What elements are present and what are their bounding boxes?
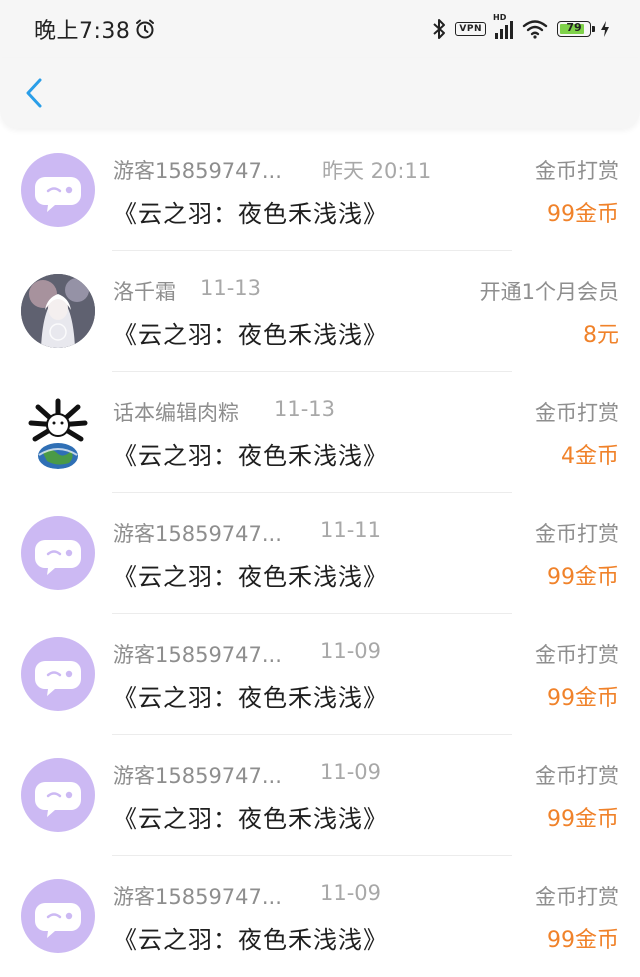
user-name: 游客15859747...: [113, 159, 282, 183]
hd-label: HD: [493, 13, 507, 22]
record-row[interactable]: 游客15859747... 11-11 《云之羽：夜色禾浅浅》 金币打赏 99金币: [0, 493, 640, 614]
reward-type: 开通1个月会员: [479, 280, 619, 304]
record-row[interactable]: 游客15859747... 昨天 20:11 《云之羽：夜色禾浅浅》 金币打赏 99金币: [0, 130, 640, 251]
user-name: 游客15859747...: [113, 522, 282, 546]
guest-avatar[interactable]: [21, 879, 95, 953]
reward-amount: 4金币: [561, 444, 619, 469]
user-name: 洛千霜: [113, 280, 176, 304]
battery-level: 79: [566, 21, 582, 34]
record-row[interactable]: 话本编辑肉粽 11-13 《云之羽：夜色禾浅浅》 金币打赏 4金币: [0, 372, 640, 493]
reward-amount: 99金币: [547, 202, 619, 227]
record-date: 11-09: [320, 760, 382, 784]
guest-avatar[interactable]: [21, 153, 95, 227]
book-title: 《云之羽：夜色禾浅浅》: [113, 563, 388, 591]
status-time-group: 晚上7:38: [34, 14, 156, 44]
record-date: 11-13: [274, 397, 336, 421]
record-date: 11-13: [200, 276, 262, 300]
user-name: 话本编辑肉粽: [113, 401, 239, 425]
book-title: 《云之羽：夜色禾浅浅》: [113, 200, 388, 228]
status-bar: 晚上7:38 VPN HD 79: [0, 0, 640, 58]
record-date: 11-09: [320, 639, 382, 663]
guest-avatar[interactable]: [21, 758, 95, 832]
reward-amount: 99金币: [547, 807, 619, 832]
reward-type: 金币打赏: [535, 764, 619, 788]
alarm-icon: [136, 19, 155, 39]
status-icons: VPN HD 79: [432, 13, 610, 44]
top-nav-bar: [0, 58, 640, 128]
bluetooth-icon: [433, 19, 446, 39]
record-date: 昨天 20:11: [322, 159, 432, 183]
battery-icon: 79: [557, 21, 595, 37]
guest-avatar[interactable]: [21, 516, 95, 590]
reward-type: 金币打赏: [535, 522, 619, 546]
reward-type: 金币打赏: [535, 885, 619, 909]
vpn-icon: VPN: [455, 22, 486, 36]
reward-type: 金币打赏: [535, 159, 619, 183]
charging-icon: [601, 21, 609, 37]
reward-type: 金币打赏: [535, 401, 619, 425]
reward-record-list: 游客15859747... 昨天 20:11 《云之羽：夜色禾浅浅》 金币打赏 99金币…: [0, 130, 640, 977]
record-row[interactable]: 游客15859747... 11-09 《云之羽：夜色禾浅浅》 金币打赏 99金币: [0, 856, 640, 977]
user-name: 游客15859747...: [113, 885, 282, 909]
user-avatar[interactable]: [21, 395, 95, 469]
guest-avatar[interactable]: [21, 637, 95, 711]
book-title: 《云之羽：夜色禾浅浅》: [113, 805, 388, 833]
back-arrow-icon[interactable]: [22, 76, 46, 110]
user-name: 游客15859747...: [113, 764, 282, 788]
record-date: 11-11: [320, 518, 382, 542]
record-row[interactable]: 洛千霜 11-13 《云之羽：夜色禾浅浅》 开通1个月会员 8元: [0, 251, 640, 372]
reward-amount: 8元: [583, 323, 619, 348]
book-title: 《云之羽：夜色禾浅浅》: [113, 442, 388, 470]
book-title: 《云之羽：夜色禾浅浅》: [113, 684, 388, 712]
status-time: 晚上7:38: [34, 19, 131, 44]
book-title: 《云之羽：夜色禾浅浅》: [113, 926, 388, 954]
reward-type: 金币打赏: [535, 643, 619, 667]
record-date: 11-09: [320, 881, 382, 905]
cellular-signal-icon: HD: [493, 13, 513, 39]
record-row[interactable]: 游客15859747... 11-09 《云之羽：夜色禾浅浅》 金币打赏 99金币: [0, 614, 640, 735]
user-avatar[interactable]: [21, 274, 95, 348]
reward-amount: 99金币: [547, 686, 619, 711]
reward-amount: 99金币: [547, 565, 619, 590]
user-name: 游客15859747...: [113, 643, 282, 667]
record-row[interactable]: 游客15859747... 11-09 《云之羽：夜色禾浅浅》 金币打赏 99金币: [0, 735, 640, 856]
reward-amount: 99金币: [547, 928, 619, 953]
book-title: 《云之羽：夜色禾浅浅》: [113, 321, 388, 349]
wifi-icon: [522, 20, 548, 39]
